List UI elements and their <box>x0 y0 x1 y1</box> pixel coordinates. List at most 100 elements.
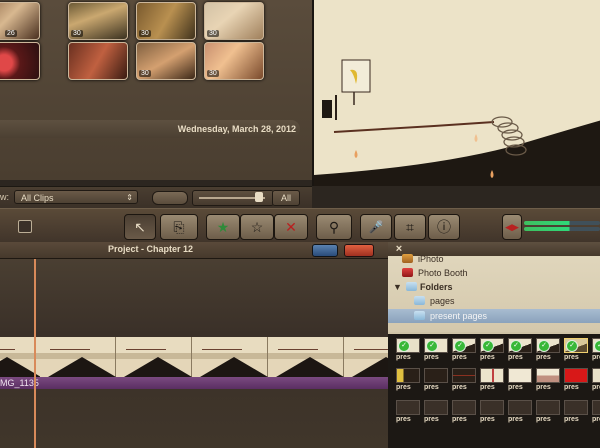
show-clips-dropdown[interactable]: All Clips ⇕ <box>14 190 138 204</box>
media-tile[interactable]: pres <box>424 368 448 396</box>
media-thumbnail <box>424 368 448 383</box>
voiceover-button[interactable]: 🎤 <box>360 214 392 240</box>
media-tile[interactable]: pres <box>592 400 600 428</box>
project-theme-button[interactable] <box>344 244 374 257</box>
event-date: Wednesday, March 28, 2012 <box>177 124 296 134</box>
checkmark-icon: ✓ <box>454 340 466 352</box>
unmark-button[interactable]: ☆ <box>240 214 274 240</box>
media-tile[interactable]: pres <box>452 400 476 428</box>
media-tile[interactable]: ✓ pres <box>424 338 448 366</box>
media-thumbnail <box>480 400 504 415</box>
media-tile[interactable]: pres <box>536 400 560 428</box>
clip-thumbnail[interactable]: 26 <box>0 2 40 40</box>
source-item-label: Photo Booth <box>418 268 468 278</box>
star-filled-icon: ★ <box>216 219 230 235</box>
inspector-button[interactable]: ⓘ <box>428 214 460 240</box>
level-meter-right <box>524 227 600 231</box>
checkmark-icon: ✓ <box>426 340 438 352</box>
media-tile[interactable]: ✓ pres <box>508 338 532 366</box>
filmstrip-frame <box>192 337 268 377</box>
keyword-button[interactable]: ⚲ <box>316 214 352 240</box>
media-tile-label: pres <box>480 416 495 423</box>
clip-thumbnail[interactable]: 30 <box>68 2 128 40</box>
checkmark-icon: ✓ <box>566 340 578 352</box>
disclosure-triangle-icon[interactable]: ▼ <box>393 280 402 294</box>
folder-icon <box>414 311 425 320</box>
media-tile-label: pres <box>452 416 467 423</box>
media-tile[interactable]: ✓ pres <box>396 338 420 366</box>
clip-thumbnail[interactable] <box>0 42 40 80</box>
source-group-folders[interactable]: ▼ Folders <box>388 280 600 294</box>
media-tile[interactable]: pres <box>536 368 560 396</box>
filmstrip-frame <box>268 337 344 377</box>
media-tile-label: pres <box>396 416 411 423</box>
star-outline-icon: ☆ <box>250 219 264 235</box>
all-button[interactable]: All <box>272 190 300 206</box>
media-tile-label: pres <box>564 384 579 391</box>
clip-duration: 30 <box>207 30 219 37</box>
clip-thumbnail[interactable]: 30 <box>136 42 196 80</box>
media-thumbnail <box>536 400 560 415</box>
project-pane: Project - Chapter 12 MG_1135 <box>0 242 388 448</box>
media-tile[interactable]: pres <box>424 400 448 428</box>
preview-drawing <box>314 0 600 186</box>
media-tile[interactable]: pres <box>564 400 588 428</box>
filmstrip-length-button[interactable] <box>152 191 188 205</box>
info-icon: ⓘ <box>437 219 451 235</box>
media-tile[interactable]: pres <box>508 368 532 396</box>
microphone-icon: 🎤 <box>368 220 384 234</box>
clip-thumbnail[interactable]: 30 <box>204 2 264 40</box>
source-item-iphoto[interactable]: iPhoto <box>388 252 600 266</box>
audio-skim-icon: ◀▶ <box>505 221 519 232</box>
crop-button[interactable]: ⌗ <box>394 214 426 240</box>
playhead[interactable] <box>34 259 36 448</box>
source-item-label: present pages <box>430 311 488 321</box>
media-tile[interactable]: ✓ pres <box>536 338 560 366</box>
source-item-present-pages[interactable]: present pages <box>388 309 600 323</box>
source-item-photo-booth[interactable]: Photo Booth <box>388 266 600 280</box>
media-thumbnail <box>396 368 420 383</box>
arrow-tool-button[interactable]: ↖ <box>124 214 156 240</box>
media-tile[interactable]: pres <box>480 368 504 396</box>
clip-thumbnail[interactable] <box>68 42 128 80</box>
media-tile[interactable]: pres <box>396 368 420 396</box>
source-item-label: Folders <box>420 282 453 292</box>
clip-title-bar[interactable]: MG_1135 <box>0 377 388 389</box>
slider-knob[interactable] <box>255 192 263 202</box>
clip-thumbnail[interactable]: 30 <box>136 2 196 40</box>
project-view-button[interactable] <box>312 244 338 257</box>
clip-duration: 30 <box>139 30 151 37</box>
media-tile-label: pres <box>424 416 439 423</box>
checkmark-icon: ✓ <box>510 340 522 352</box>
viewer-preview <box>312 0 600 186</box>
media-thumbnail <box>452 400 476 415</box>
media-tile[interactable]: ✓ pres <box>452 338 476 366</box>
add-to-project-button[interactable]: ⎘ <box>160 214 198 240</box>
media-tile[interactable]: pres <box>396 400 420 428</box>
media-tile[interactable]: ✓ pres <box>480 338 504 366</box>
media-thumbnail <box>508 400 532 415</box>
media-tile-label: pres <box>592 384 600 391</box>
show-clips-value: All Clips <box>21 193 54 203</box>
thumbnail-zoom-slider[interactable] <box>192 190 274 206</box>
clip-duration: 30 <box>207 70 219 77</box>
mark-favorite-button[interactable]: ★ <box>206 214 240 240</box>
reject-button[interactable]: ✕ <box>274 214 308 240</box>
checkmark-icon: ✓ <box>398 340 410 352</box>
media-tile[interactable]: pres <box>564 368 588 396</box>
audio-skimming-button[interactable]: ◀▶ <box>502 214 522 240</box>
clip-filmstrip[interactable] <box>0 337 388 377</box>
media-tile[interactable]: ✓ pres <box>592 338 600 366</box>
filmstrip-frame <box>40 337 116 377</box>
media-tile[interactable]: pres <box>480 400 504 428</box>
media-tile[interactable]: pres <box>452 368 476 396</box>
media-tile[interactable]: ✓ pres <box>564 338 588 366</box>
camera-import-icon[interactable] <box>18 220 32 233</box>
main-toolbar: ↖ ⎘ ★ ☆ ✕ ⚲ 🎤 ⌗ ⓘ ◀▶ <box>0 208 600 244</box>
clip-thumbnail[interactable]: 30 <box>204 42 264 80</box>
media-tile[interactable]: pres <box>508 400 532 428</box>
media-tile[interactable]: pres <box>592 368 600 396</box>
source-item-pages[interactable]: pages <box>388 294 600 308</box>
project-timeline[interactable]: MG_1135 <box>0 259 388 448</box>
clip-duration: 30 <box>139 70 151 77</box>
